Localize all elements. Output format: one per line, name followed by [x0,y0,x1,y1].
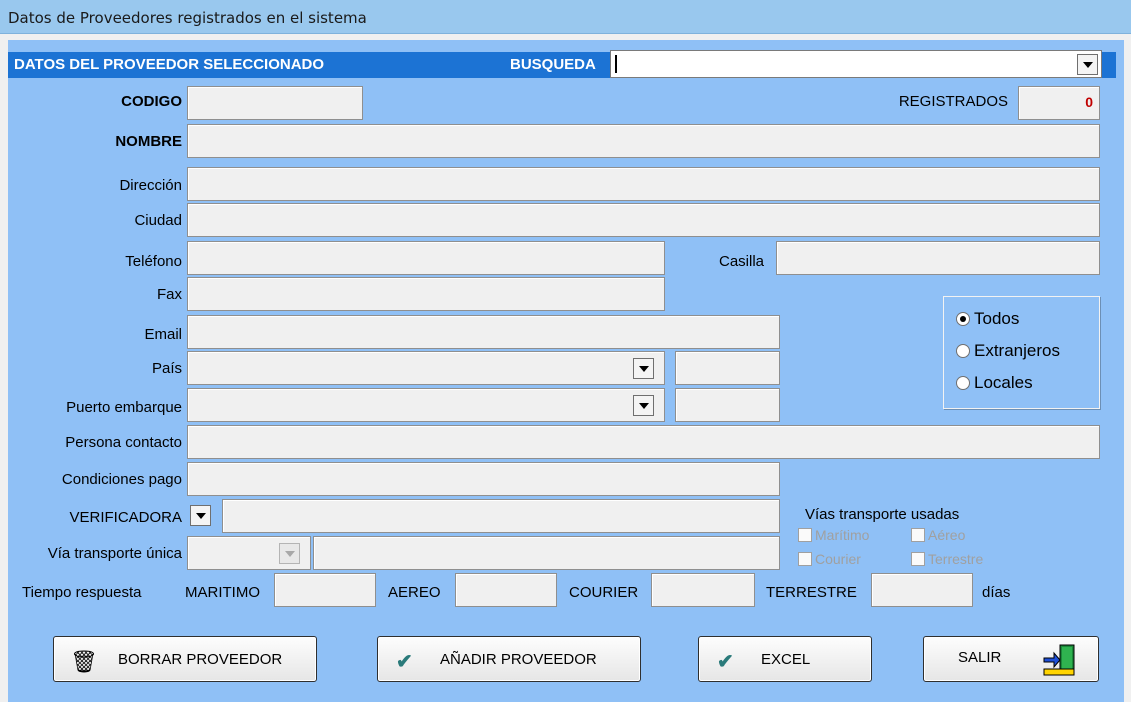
direccion-field[interactable] [187,167,1100,201]
tiempo-terrestre-field[interactable] [871,573,973,607]
salir-label: SALIR [958,649,1002,666]
direccion-label: Dirección [119,177,182,194]
verificadora-label: VERIFICADORA [69,509,182,526]
transport-maritimo-option[interactable]: Marítimo [798,527,869,543]
maritimo-checkbox-label: Marítimo [815,527,870,543]
exit-door-icon [1043,644,1075,676]
tiempo-respuesta-label: Tiempo respuesta [22,584,142,601]
condiciones-pago-field[interactable] [187,462,780,496]
ciudad-label: Ciudad [134,212,182,229]
dias-label: días [982,584,1011,601]
casilla-field[interactable] [776,241,1100,275]
persona-contacto-field[interactable] [187,425,1100,459]
terrestre-label: TERRESTRE [766,584,857,601]
borrar-proveedor-button[interactable]: 🗑 BORRAR PROVEEDOR [53,636,317,682]
telefono-label: Teléfono [125,253,182,270]
puerto-embarque-label: Puerto embarque [66,399,182,416]
pais-dropdown-button[interactable] [633,358,654,379]
courier-label: COURIER [569,584,639,601]
radio-locales[interactable] [956,376,970,390]
trash-icon: 🗑 [70,649,98,674]
pais-code-field[interactable] [675,351,780,385]
aereo-label: AEREO [388,584,441,601]
tiempo-maritimo-field[interactable] [274,573,376,607]
filter-locales-label: Locales [974,373,1033,392]
borrar-proveedor-label: BORRAR PROVEEDOR [118,651,283,668]
puerto-code-field[interactable] [675,388,780,422]
terrestre-checkbox-label: Terrestre [928,551,984,567]
registrados-count: 0 [1018,86,1100,120]
transport-terrestre-option[interactable]: Terrestre [911,551,983,567]
codigo-field[interactable] [187,86,363,120]
excel-label: EXCEL [761,651,811,668]
text-cursor [615,55,617,73]
verificadora-field[interactable] [222,499,780,533]
search-combo[interactable] [610,50,1102,78]
fax-label: Fax [156,286,182,303]
registrados-label: REGISTRADOS [898,93,1008,110]
aereo-checkbox[interactable] [911,528,925,542]
verificadora-dropdown-button[interactable] [190,505,211,526]
anadir-proveedor-button[interactable]: ✔ AÑADIR PROVEEDOR [377,636,641,682]
window-title: Datos de Proveedores registrados en el s… [0,0,1131,34]
search-label: BUSQUEDA [510,56,596,73]
tiempo-aereo-field[interactable] [455,573,557,607]
checkmark-icon: ✔ [717,651,734,673]
puerto-embarque-combo[interactable] [187,388,665,422]
pais-combo[interactable] [187,351,665,385]
transport-courier-option[interactable]: Courier [798,551,861,567]
via-transporte-unica-label: Vía transporte única [47,545,182,562]
origin-filter-group: Todos Extranjeros Locales [943,296,1100,409]
courier-checkbox[interactable] [798,552,812,566]
search-dropdown-button[interactable] [1077,54,1098,75]
terrestre-checkbox[interactable] [911,552,925,566]
section-title: DATOS DEL PROVEEDOR SELECCIONADO [14,56,325,73]
via-transporte-dropdown-button[interactable] [279,543,300,564]
via-transporte-detail-field[interactable] [313,536,780,570]
ciudad-field[interactable] [187,203,1100,237]
aereo-checkbox-label: Aéreo [928,527,966,543]
salir-button[interactable]: SALIR [923,636,1099,682]
courier-checkbox-label: Courier [815,551,861,567]
casilla-label: Casilla [718,253,764,270]
tiempo-courier-field[interactable] [651,573,755,607]
nombre-label: NOMBRE [115,133,182,150]
checkmark-icon: ✔ [396,651,413,673]
maritimo-label: MARITIMO [185,584,260,601]
telefono-field[interactable] [187,241,665,275]
via-transporte-unica-combo[interactable] [187,536,311,570]
puerto-dropdown-button[interactable] [633,395,654,416]
filter-extranjeros-label: Extranjeros [974,341,1060,360]
excel-button[interactable]: ✔ EXCEL [698,636,872,682]
codigo-label: CODIGO [121,93,182,110]
maritimo-checkbox[interactable] [798,528,812,542]
anadir-proveedor-label: AÑADIR PROVEEDOR [440,651,597,668]
radio-todos[interactable] [956,312,970,326]
email-field[interactable] [187,315,780,349]
filter-todos-label: Todos [974,309,1020,328]
pais-label: País [151,360,182,377]
radio-extranjeros[interactable] [956,344,970,358]
transport-used-title: Vías transporte usadas [805,506,960,523]
fax-field[interactable] [187,277,665,311]
nombre-field[interactable] [187,124,1100,158]
persona-contacto-label: Persona contacto [65,434,182,451]
transport-aereo-option[interactable]: Aéreo [911,527,965,543]
condiciones-pago-label: Condiciones pago [61,471,182,488]
email-label: Email [144,326,182,343]
